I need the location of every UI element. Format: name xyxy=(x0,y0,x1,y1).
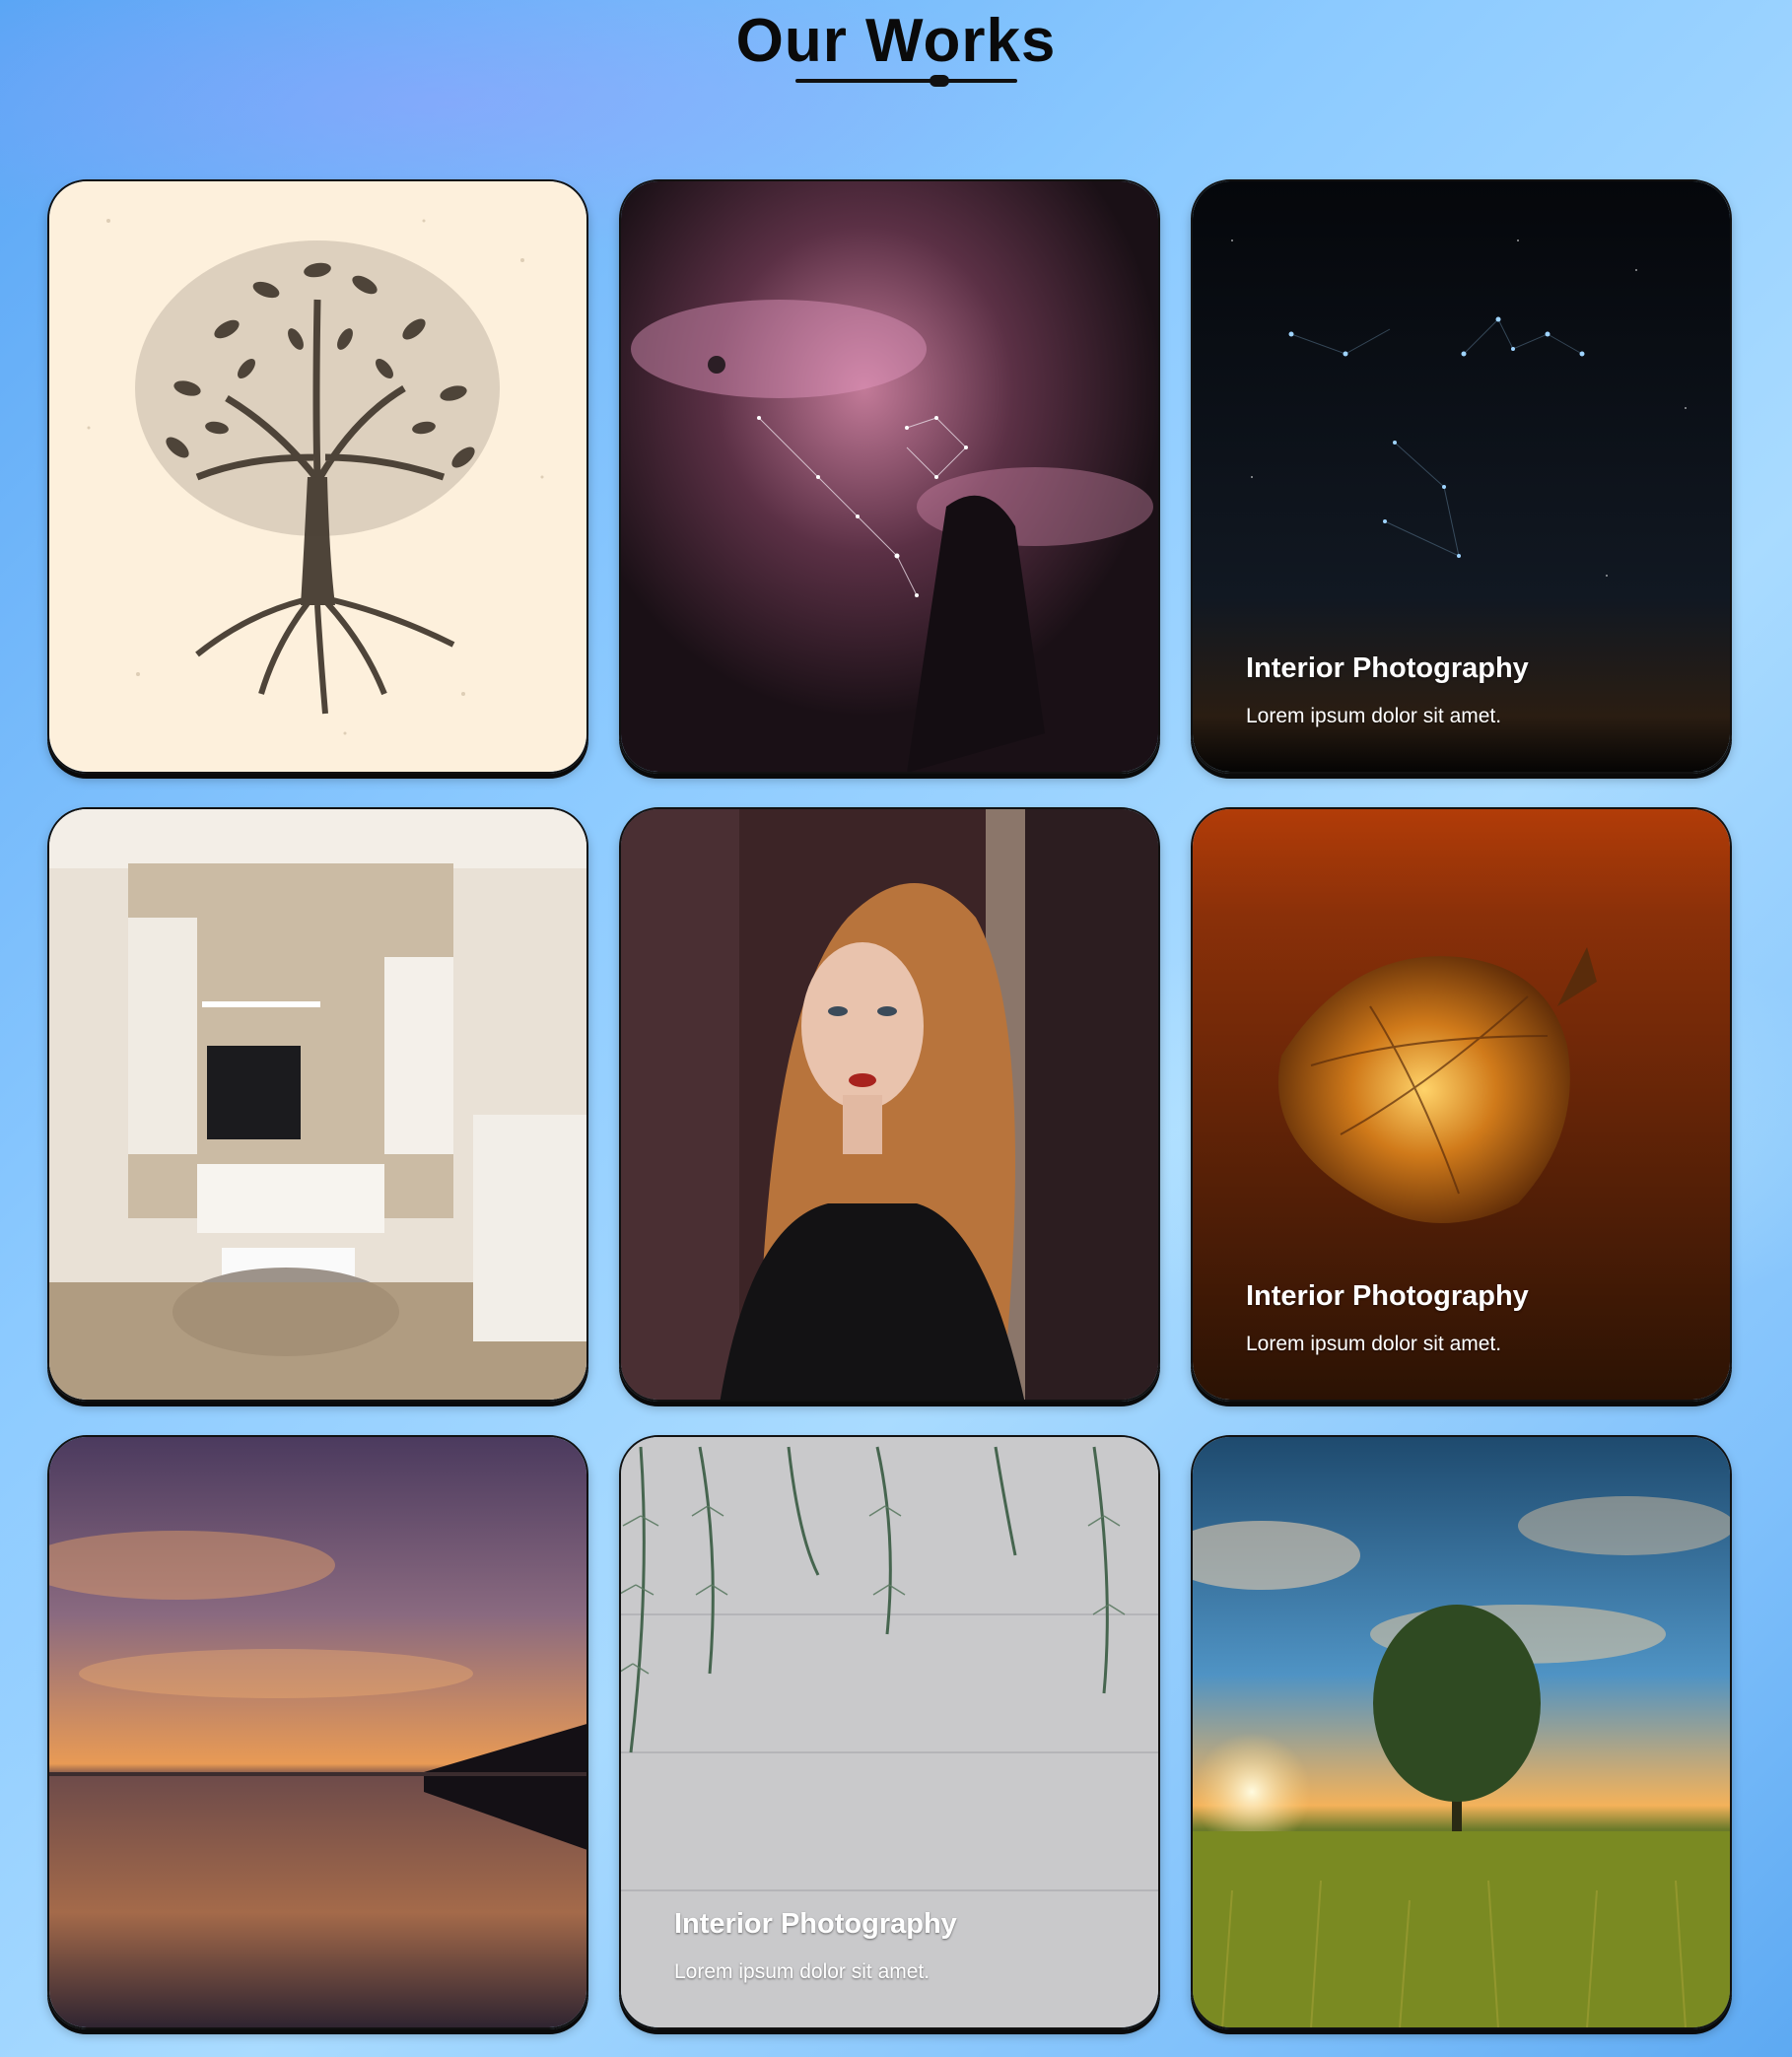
gallery-card-tree[interactable] xyxy=(47,179,588,774)
title-underline xyxy=(795,79,1017,83)
gallery-card-lone-tree[interactable] xyxy=(1191,1435,1732,2029)
tree-of-life-image xyxy=(49,181,586,772)
nebula-image xyxy=(621,181,1158,772)
card-caption: Interior Photography Lorem ipsum dolor s… xyxy=(1246,652,1529,728)
gallery-card-physalis[interactable]: Interior Photography Lorem ipsum dolor s… xyxy=(1191,807,1732,1402)
gallery-card-portrait[interactable] xyxy=(619,807,1160,1402)
section-title: Our Works xyxy=(735,7,1057,75)
works-gallery: Interior Photography Lorem ipsum dolor s… xyxy=(47,179,1732,2029)
card-caption-text: Lorem ipsum dolor sit amet. xyxy=(1246,705,1502,727)
gallery-card-lake-sunset[interactable] xyxy=(47,1435,588,2029)
card-caption-title: Interior Photography xyxy=(1246,1280,1529,1312)
lone-tree-image xyxy=(1193,1437,1730,2027)
title-underline-dot xyxy=(930,75,949,87)
section-header: Our Works xyxy=(0,0,1792,108)
card-caption-title: Interior Photography xyxy=(1246,652,1529,684)
gallery-card-nebula[interactable] xyxy=(619,179,1160,774)
card-caption-text: Lorem ipsum dolor sit amet. xyxy=(1246,1333,1502,1355)
lake-sunset-image xyxy=(49,1437,586,2027)
card-caption-text: Lorem ipsum dolor sit amet. xyxy=(674,1960,930,1983)
gallery-card-night-sky[interactable]: Interior Photography Lorem ipsum dolor s… xyxy=(1191,179,1732,774)
card-caption-title: Interior Photography xyxy=(674,1908,957,1940)
gallery-card-pine[interactable]: Interior Photography Lorem ipsum dolor s… xyxy=(619,1435,1160,2029)
card-caption: Interior Photography Lorem ipsum dolor s… xyxy=(1246,1280,1529,1356)
living-room-image xyxy=(49,809,586,1400)
card-caption: Interior Photography Lorem ipsum dolor s… xyxy=(674,1908,957,1984)
portrait-image xyxy=(621,809,1158,1400)
gallery-card-living-room[interactable] xyxy=(47,807,588,1402)
